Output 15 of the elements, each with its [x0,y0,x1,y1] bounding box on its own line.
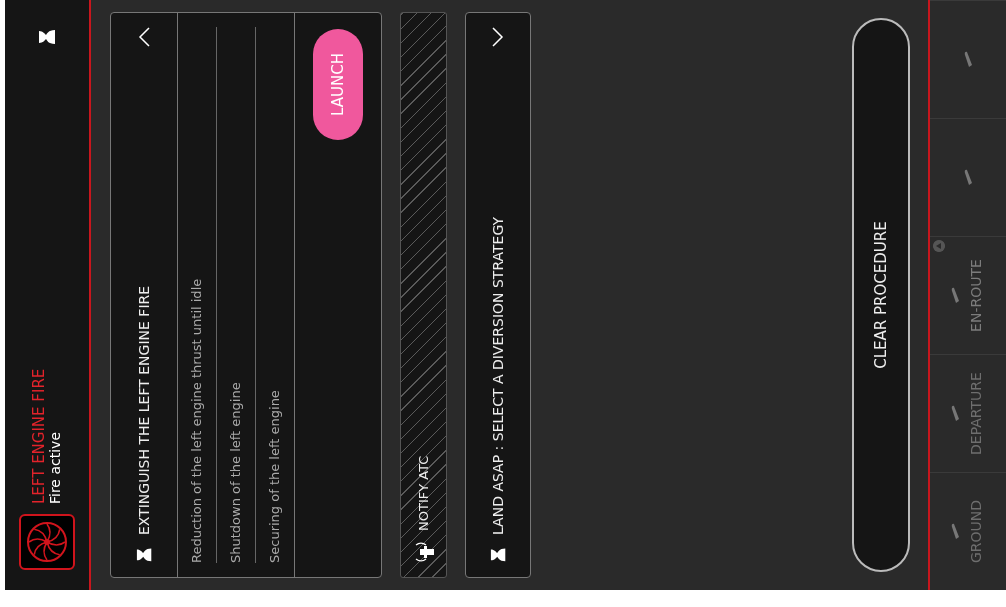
alert-title: LEFT ENGINE FIRE [31,368,48,504]
procedure-title: EXTINGUISH THE LEFT ENGINE FIRE [134,285,153,535]
clear-procedure-button[interactable]: CLEAR PROCEDURE [852,18,910,572]
procedure-card[interactable]: NOTIFY ATC [400,12,447,578]
phase-marker-icon [933,240,945,252]
procedure-card[interactable]: EXTINGUISH THE LEFT ENGINE FIRE Reduction of the left engine thrust until idle Shutdown of the left engine Securing of the left engine LAUNCH [110,12,382,578]
radio-tower-icon [413,541,434,563]
alert-status: Fire active [47,431,63,504]
step-text: Reduction of the left engine thrust until idle [188,278,206,563]
procedure-title: LAND ASAP : SELECT A DIVERSION STRATEGY [488,216,507,535]
procedure-card[interactable]: LAND ASAP : SELECT A DIVERSION STRATEGY [465,12,531,578]
step-text: Securing of the left engine [266,390,284,563]
procedure-title: NOTIFY ATC [414,455,432,531]
engine-fire-icon [19,514,75,570]
step-text: Shutdown of the left engine [227,382,245,563]
